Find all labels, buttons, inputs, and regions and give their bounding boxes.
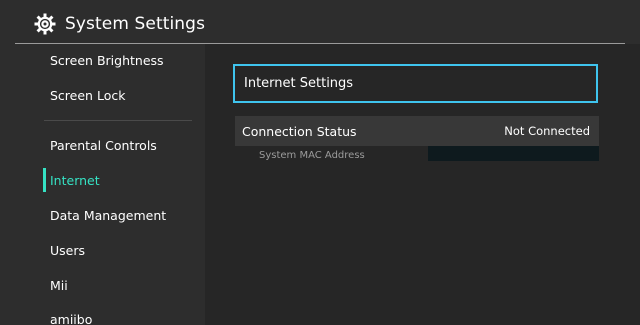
sidebar-item-screen-lock[interactable]: Screen Lock	[50, 88, 125, 103]
sidebar-item-data-management[interactable]: Data Management	[50, 208, 166, 223]
sidebar-item-internet[interactable]: Internet	[50, 173, 100, 188]
gear-icon	[34, 13, 56, 35]
mac-address-value	[428, 146, 599, 161]
sidebar	[0, 44, 205, 325]
active-indicator	[43, 168, 46, 192]
connection-status-label: Connection Status	[242, 124, 357, 139]
sidebar-item-users[interactable]: Users	[50, 243, 85, 258]
header-bar: System Settings	[0, 0, 640, 44]
sidebar-item-mii[interactable]: Mii	[50, 278, 68, 293]
mac-address-label: System MAC Address	[259, 150, 365, 161]
sidebar-item-parental-controls[interactable]: Parental Controls	[50, 138, 157, 153]
sidebar-divider	[44, 120, 192, 121]
connection-status-row: Connection Status Not Connected	[235, 116, 599, 146]
page-title: System Settings	[65, 14, 206, 34]
internet-settings-button[interactable]: Internet Settings	[233, 64, 598, 103]
connection-status-value: Not Connected	[504, 124, 590, 138]
sidebar-item-screen-brightness[interactable]: Screen Brightness	[50, 53, 164, 68]
sidebar-item-amiibo[interactable]: amiibo	[50, 312, 92, 325]
internet-settings-label: Internet Settings	[244, 76, 354, 91]
